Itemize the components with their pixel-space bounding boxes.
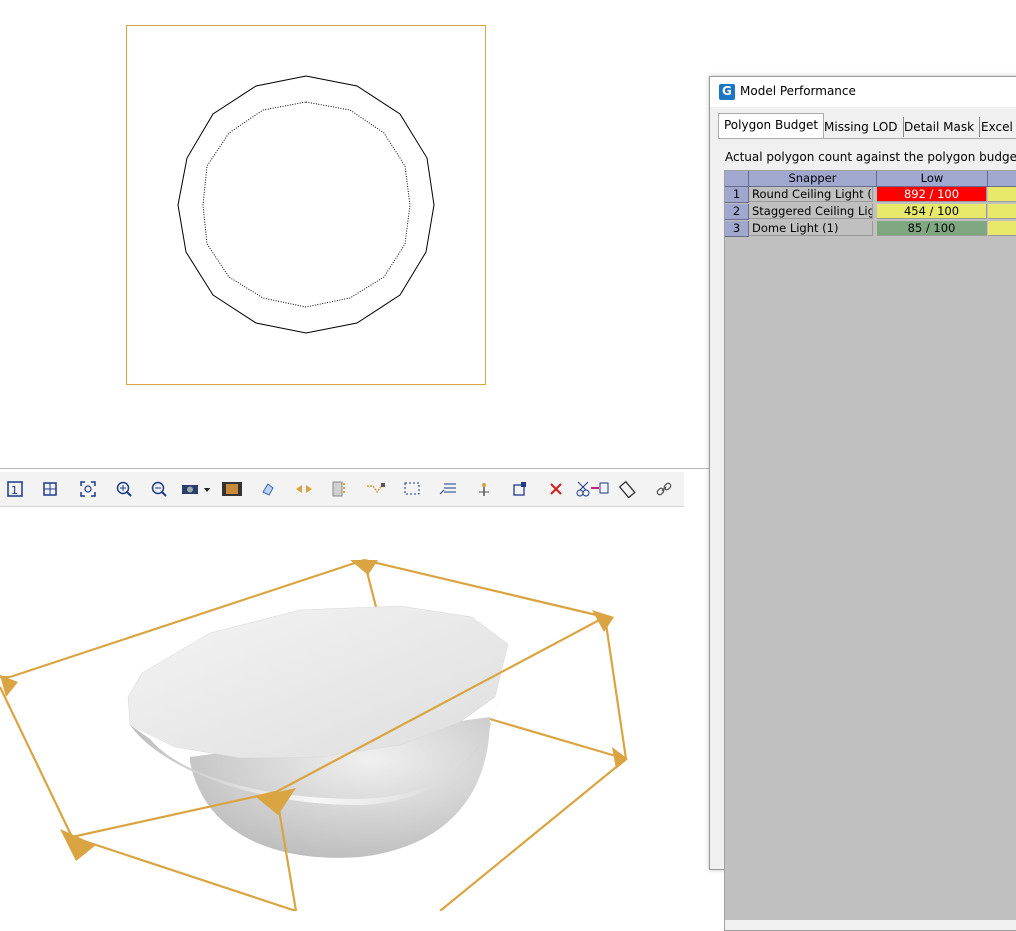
low-budget-cell[interactable]: 892 / 100 — [877, 187, 987, 202]
window-title: Model Performance — [740, 84, 856, 98]
scale-icon — [513, 482, 526, 496]
zoom-in-button[interactable] — [113, 479, 135, 499]
tab-strip: Polygon Budget Missing LOD Detail Mask E… — [718, 113, 1016, 139]
tab-excel[interactable]: Excel — [976, 117, 1016, 137]
select-region-icon — [404, 482, 420, 495]
zoom-extents-icon — [43, 482, 57, 496]
perspective-canvas — [0, 558, 628, 911]
next-budget-cell[interactable] — [988, 221, 1016, 236]
column-header-snapper[interactable]: Snapper — [749, 171, 877, 187]
link-button[interactable] — [653, 479, 675, 499]
outer-outline — [177, 75, 435, 334]
select-region-button[interactable] — [401, 479, 423, 499]
low-budget-cell[interactable]: 85 / 100 — [877, 221, 987, 236]
tab-baseline — [718, 138, 1016, 139]
zoom-in-icon — [116, 481, 132, 497]
filmstrip-icon — [222, 482, 242, 496]
zoom-fit-icon — [80, 481, 96, 497]
zoom-fit-button[interactable] — [77, 479, 99, 499]
next-budget-cell[interactable] — [988, 204, 1016, 219]
comment-button[interactable] — [437, 479, 459, 499]
tab-polygon-budget[interactable]: Polygon Budget — [718, 113, 825, 138]
model-performance-window[interactable]: G Model Performance Polygon Budget Missi… — [709, 76, 1016, 931]
zoom-out-icon — [151, 481, 167, 497]
zoom-extents-button[interactable] — [40, 479, 62, 499]
path-icon — [367, 483, 385, 494]
column-header-low[interactable]: Low — [877, 171, 988, 187]
viewport-toolbar: 1 — [0, 472, 684, 507]
column-header-next[interactable] — [988, 171, 1016, 187]
zoom-extents-all-button[interactable]: 1 — [4, 479, 26, 499]
top-view-selection-box — [126, 25, 486, 385]
camera-dropdown-button[interactable] — [180, 479, 212, 499]
link-icon — [656, 482, 672, 496]
vertical-bars-button[interactable] — [328, 479, 350, 499]
camera-dropdown-icon — [182, 485, 210, 494]
perspective-view[interactable] — [0, 507, 709, 911]
snapper-cell[interactable]: Staggered Ceiling Lig — [749, 204, 873, 219]
row-number[interactable]: 1 — [725, 187, 749, 203]
inner-outline — [202, 101, 411, 308]
pivot-button[interactable] — [473, 479, 495, 499]
measure-button[interactable] — [617, 479, 639, 499]
top-orthographic-view[interactable] — [0, 0, 708, 468]
cut-button[interactable] — [575, 479, 611, 499]
pivot-icon — [479, 483, 489, 496]
snapper-cell[interactable]: Round Ceiling Light ( — [749, 187, 873, 202]
description-text: Actual polygon count against the polygon… — [725, 150, 1016, 164]
horizontal-arrows-icon — [296, 485, 312, 493]
row-number[interactable]: 3 — [725, 221, 749, 237]
app-icon: G — [719, 84, 735, 100]
row-number[interactable]: 2 — [725, 204, 749, 220]
next-budget-cell[interactable] — [988, 187, 1016, 202]
path-button[interactable] — [365, 479, 387, 499]
filmstrip-button[interactable] — [221, 479, 243, 499]
top-view-canvas — [126, 25, 486, 385]
rotate-button[interactable] — [257, 479, 279, 499]
viewport-divider[interactable] — [0, 468, 709, 469]
tab-missing-lod[interactable]: Missing LOD — [819, 117, 904, 137]
zoom-extents-all-icon: 1 — [7, 481, 23, 497]
svg-text:1: 1 — [11, 484, 18, 497]
comment-icon — [439, 483, 456, 495]
low-budget-cell[interactable]: 454 / 100 — [877, 204, 987, 219]
grid-corner-header[interactable] — [725, 171, 749, 187]
snapper-cell[interactable]: Dome Light (1) — [749, 221, 873, 236]
tab-detail-mask[interactable]: Detail Mask — [899, 117, 981, 137]
delete-x-icon — [550, 483, 562, 495]
scale-button[interactable] — [509, 479, 531, 499]
horizontal-move-button[interactable] — [293, 479, 315, 499]
window-titlebar[interactable]: G Model Performance — [710, 77, 1016, 107]
grid-horizontal-scrollbar[interactable] — [724, 920, 1016, 931]
vertical-bars-icon — [332, 481, 345, 497]
cut-icon — [576, 481, 609, 497]
delete-button[interactable] — [545, 479, 567, 499]
ruler-icon — [619, 480, 636, 498]
corner-handle — [350, 560, 378, 575]
rotate-icon — [262, 483, 274, 496]
zoom-out-button[interactable] — [148, 479, 170, 499]
polygon-budget-grid[interactable]: Snapper Low 1 Round Ceiling Light ( 892 … — [724, 170, 1016, 922]
